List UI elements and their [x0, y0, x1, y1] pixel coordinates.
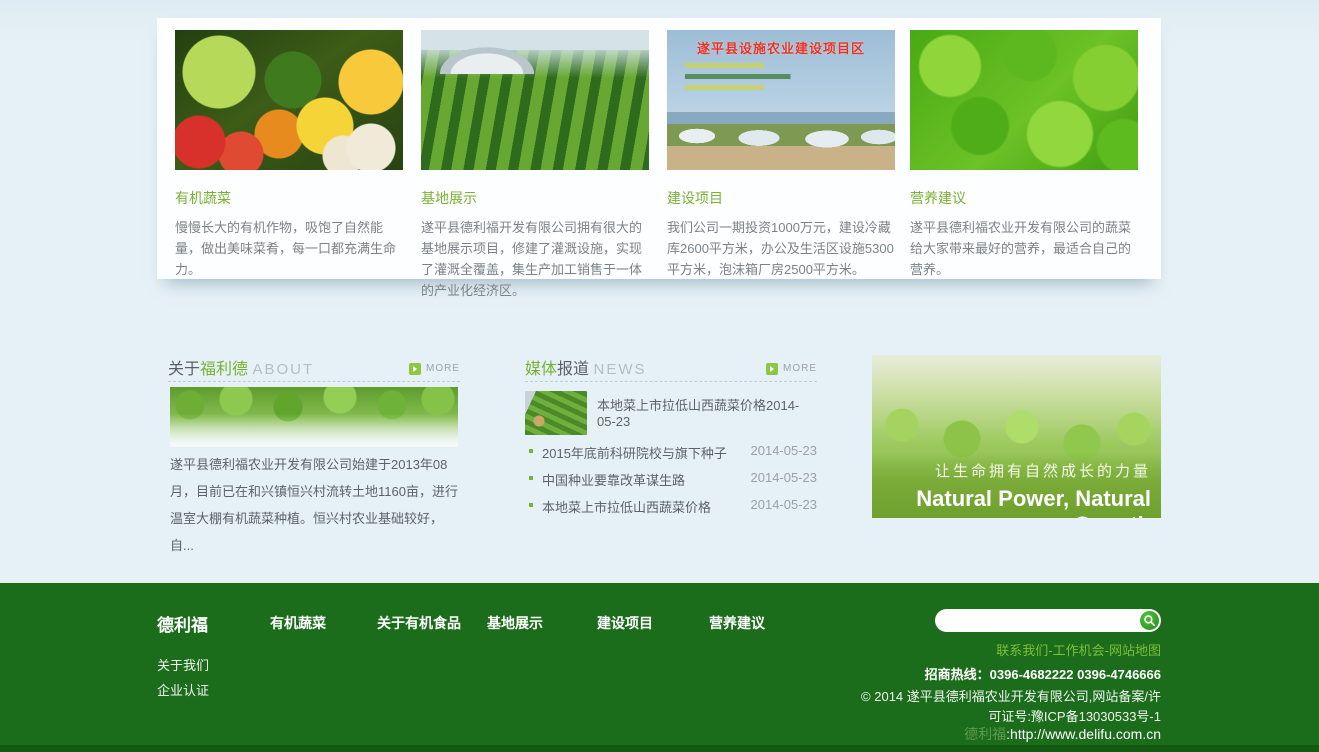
- card-description: 遂平县德利福农业开发有限公司的蔬菜给大家带来最好的营养，最适合自己的营养。: [910, 217, 1138, 280]
- footer-hotline: 招商热线：0396-4682222 0396-4746666: [925, 664, 1161, 683]
- news-item-title[interactable]: 本地菜上市拉低山西蔬菜价格: [542, 497, 711, 516]
- featured-news-title[interactable]: 本地菜上市拉低山西蔬菜价格2014-05-23: [597, 395, 817, 429]
- card-base-display: 基地展示 遂平县德利福开发有限公司拥有很大的基地展示项目，修建了灌溉设施，实现了…: [421, 30, 649, 301]
- feature-panel: 有机蔬菜 慢慢长大的有机作物，吸饱了自然能量，做出美味菜肴，每一口都充满生命力。…: [157, 18, 1161, 279]
- footer-site-line: 德利福:http://www.delifu.com.cn: [964, 724, 1161, 744]
- news-title-en: NEWS: [593, 361, 646, 378]
- card-construction-project: 遂平县设施农业建设项目区 建设项目 我们公司一期投资1000万元，建设冷藏库26…: [667, 30, 895, 280]
- greenhouse-base-photo[interactable]: [421, 30, 649, 170]
- card-title[interactable]: 有机蔬菜: [175, 188, 403, 208]
- footer-site-label: 德利福: [964, 726, 1006, 742]
- news-list-item: 中国种业要靠改革谋生路 2014-05-23: [525, 470, 817, 497]
- search-button[interactable]: [1140, 611, 1159, 630]
- about-field-photo: [170, 387, 458, 447]
- footer-link-jobs[interactable]: 工作机会: [1053, 643, 1105, 658]
- featured-news: 本地菜上市拉低山西蔬菜价格2014-05-23: [525, 389, 817, 435]
- footer-bottom-strip: [0, 745, 1319, 752]
- banner-slogan-band: 让生命拥有自然成长的力量 Natural Power, Natural Grow…: [872, 452, 1161, 518]
- banner-slogan-cn: 让生命拥有自然成长的力量: [872, 460, 1151, 481]
- card-organic-vegetables: 有机蔬菜 慢慢长大的有机作物，吸饱了自然能量，做出美味菜肴，每一口都充满生命力。: [175, 30, 403, 280]
- greenhouse-tunnel-shape: [427, 34, 547, 74]
- footer-nav-organic-vegetables[interactable]: 有机蔬菜: [270, 613, 326, 633]
- card-description: 慢慢长大的有机作物，吸饱了自然能量，做出美味菜肴，每一口都充满生命力。: [175, 217, 403, 280]
- footer-link-contact-us[interactable]: 联系我们: [996, 643, 1048, 658]
- billboard-text-line: [685, 74, 861, 79]
- footer-nav-construction-project[interactable]: 建设项目: [597, 613, 653, 633]
- news-header: 媒体报道 NEWS MORE: [525, 355, 817, 382]
- search-icon: [1143, 614, 1156, 627]
- news-list: 2015年底前科研院校与旗下种子 2014-05-23 中国种业要靠改革谋生路 …: [525, 443, 817, 524]
- footer-nav-about-organic-food[interactable]: 关于有机食品: [377, 613, 461, 633]
- about-header: 关于福利德 ABOUT MORE: [168, 355, 460, 382]
- news-list-item: 2015年底前科研院校与旗下种子 2014-05-23: [525, 443, 817, 470]
- footer-link-certification[interactable]: 企业认证: [157, 680, 209, 699]
- about-title-highlight: 福利德: [200, 361, 248, 378]
- about-section: 关于福利德 ABOUT MORE 遂平县德利福农业开发有限公司始建于2013年0…: [168, 355, 460, 382]
- footer-copyright-line1: © 2014 遂平县德利福农业开发有限公司,网站备案/许: [861, 686, 1161, 705]
- more-arrow-icon: [409, 363, 421, 375]
- more-label: MORE: [426, 363, 460, 374]
- card-description: 遂平县德利福开发有限公司拥有很大的基地展示项目，修建了灌溉设施，实现了灌溉全覆盖…: [421, 217, 649, 301]
- search-input[interactable]: [945, 610, 1125, 631]
- news-item-title[interactable]: 2015年底前科研院校与旗下种子: [542, 443, 727, 462]
- billboard-text-line: [685, 63, 861, 68]
- construction-billboard-photo[interactable]: 遂平县设施农业建设项目区: [667, 30, 895, 170]
- news-item-date: 2014-05-23: [751, 470, 818, 485]
- card-description: 我们公司一期投资1000万元，建设冷藏库2600平方米，办公及生活区设施5300…: [667, 217, 895, 280]
- featured-news-thumbnail[interactable]: [525, 391, 587, 435]
- footer-link-sitemap[interactable]: 网站地图: [1109, 643, 1161, 658]
- lettuce-photo[interactable]: [910, 30, 1138, 170]
- footer-site-url[interactable]: :http://www.delifu.com.cn: [1006, 726, 1161, 742]
- about-more-link[interactable]: MORE: [409, 360, 460, 373]
- about-text: 遂平县德利福农业开发有限公司始建于2013年08月，目前已在和兴镇恒兴村流转土地…: [170, 451, 460, 559]
- bullet-icon: [529, 476, 533, 480]
- footer-search-box: [935, 609, 1161, 632]
- vegetables-assortment-photo[interactable]: [175, 30, 403, 170]
- news-item-date: 2014-05-23: [751, 443, 818, 458]
- more-arrow-icon: [766, 363, 778, 375]
- more-label: MORE: [783, 363, 817, 374]
- news-item-title[interactable]: 中国种业要靠改革谋生路: [542, 470, 685, 489]
- footer-copyright-line2: 可证号:豫ICP备13030533号-1: [988, 706, 1161, 725]
- news-title-highlight: 媒体: [525, 361, 557, 378]
- about-title-en: ABOUT: [252, 361, 314, 378]
- banner-slogan-en: Natural Power, Natural Growth: [872, 486, 1151, 518]
- news-title-suffix: 报道: [557, 361, 589, 378]
- promo-banner-image: 让生命拥有自然成长的力量 Natural Power, Natural Grow…: [872, 355, 1161, 518]
- news-more-link[interactable]: MORE: [766, 360, 817, 373]
- about-title-prefix: 关于: [168, 361, 200, 378]
- photo-fade-overlay: [170, 387, 458, 447]
- bullet-icon: [529, 449, 533, 453]
- bullet-icon: [529, 503, 533, 507]
- billboard-text-line: [685, 85, 861, 90]
- page: 有机蔬菜 慢慢长大的有机作物，吸饱了自然能量，做出美味菜肴，每一口都充满生命力。…: [0, 0, 1319, 752]
- billboard-title: 遂平县设施农业建设项目区: [675, 38, 887, 57]
- news-list-item: 本地菜上市拉低山西蔬菜价格 2014-05-23: [525, 497, 817, 524]
- card-title[interactable]: 建设项目: [667, 188, 895, 208]
- card-nutrition-advice: 营养建议 遂平县德利福农业开发有限公司的蔬菜给大家带来最好的营养，最适合自己的营…: [910, 30, 1138, 280]
- card-title[interactable]: 营养建议: [910, 188, 1138, 208]
- card-title[interactable]: 基地展示: [421, 188, 649, 208]
- news-section: 媒体报道 NEWS MORE 本地菜上市拉低山西蔬菜价格2014-05-23 2…: [525, 355, 817, 382]
- news-item-date: 2014-05-23: [751, 497, 818, 512]
- billboard-field-photo: [667, 112, 895, 170]
- footer-quick-links: 联系我们-工作机会-网站地图: [996, 640, 1161, 659]
- footer-brand-logo: 德利福: [157, 611, 208, 636]
- footer-nav-nutrition-advice[interactable]: 营养建议: [709, 613, 765, 633]
- footer-link-about-us[interactable]: 关于我们: [157, 655, 209, 674]
- footer-nav-base-display[interactable]: 基地展示: [487, 613, 543, 633]
